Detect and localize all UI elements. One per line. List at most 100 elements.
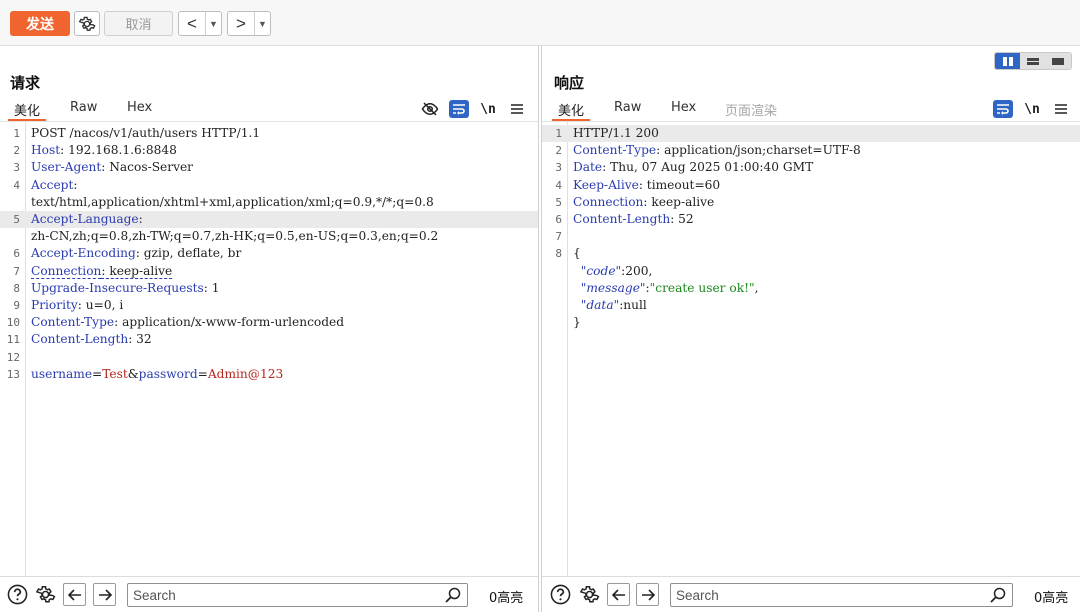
response-editor-tools: \n	[984, 98, 1071, 120]
help-icon[interactable]	[6, 583, 28, 605]
code-token: zh-CN,zh;q=0.8,zh-TW;q=0.7,zh-HK;q=0.5,e…	[31, 229, 439, 244]
layout-stacked-button[interactable]	[1020, 53, 1046, 69]
request-title: 请求	[10, 74, 41, 92]
menu-icon[interactable]	[507, 99, 527, 119]
word-wrap-icon[interactable]	[449, 100, 469, 118]
code-text: Host: 192.168.1.6:8848	[31, 142, 177, 159]
history-back-button[interactable]: <	[179, 12, 205, 35]
code-token: Test	[102, 366, 128, 381]
code-token: Accept	[31, 177, 74, 192]
line-number: 3	[555, 161, 562, 175]
code-text: Date: Thu, 07 Aug 2025 01:00:40 GMT	[573, 159, 813, 176]
code-line: 2 Host: 192.168.1.6:8848	[0, 142, 538, 159]
line-number: 1	[13, 127, 20, 140]
response-search-input[interactable]	[671, 584, 1012, 606]
code-token: :200,	[621, 263, 653, 278]
code-token: }	[573, 315, 581, 330]
response-tab-raw[interactable]: Raw	[614, 100, 641, 115]
settings-gear-icon[interactable]	[578, 583, 600, 605]
code-text: Content-Length: 32	[31, 331, 152, 348]
word-wrap-icon[interactable]	[993, 100, 1013, 118]
code-text: User-Agent: Nacos-Server	[31, 159, 193, 176]
code-token: : gzip, deflate, br	[135, 246, 242, 261]
code-token: {	[573, 246, 581, 261]
history-back-dropdown[interactable]: ▼	[205, 12, 221, 35]
code-line: 7 Connection: keep-alive	[0, 263, 538, 280]
cancel-button[interactable]: 取消	[104, 11, 173, 36]
show-newlines-toggle[interactable]: \n	[478, 99, 498, 119]
code-token: POST /nacos/v1/auth/users HTTP/1.1	[31, 126, 261, 140]
code-token: Upgrade-Insecure-Requests	[31, 280, 204, 295]
search-previous-button[interactable]	[63, 583, 86, 606]
history-forward-button[interactable]: >	[228, 12, 254, 35]
code-token: : 192.168.1.6:8848	[60, 143, 177, 158]
settings-button[interactable]	[74, 11, 100, 36]
menu-icon[interactable]	[1051, 99, 1071, 119]
code-token: Admin@123	[207, 366, 284, 381]
hide-eye-icon[interactable]	[420, 99, 440, 119]
code-token: username	[31, 366, 93, 381]
line-number: 5	[555, 195, 562, 209]
code-token: Host	[31, 143, 61, 158]
layout-tabbed-button[interactable]	[1045, 53, 1071, 69]
code-text: "message":"create user ok!",	[573, 280, 759, 297]
code-line: 6 Content-Length: 52	[542, 211, 1080, 228]
search-previous-button[interactable]	[607, 583, 630, 606]
line-number: 8	[555, 247, 562, 261]
code-token: =	[92, 366, 103, 381]
code-token: Content-Length	[31, 332, 129, 347]
line-number: 2	[13, 144, 20, 158]
back-arrow-icon	[67, 588, 81, 601]
request-search-input[interactable]	[128, 584, 467, 606]
code-line: 4 Keep-Alive: timeout=60	[542, 177, 1080, 194]
line-number: 9	[13, 299, 20, 312]
request-tab-hex[interactable]: Hex	[127, 100, 152, 115]
layout-side-by-side-button[interactable]	[995, 53, 1021, 69]
search-next-button[interactable]	[636, 583, 659, 606]
code-token: : keep-alive	[101, 263, 173, 279]
line-number: 7	[555, 230, 562, 244]
send-button[interactable]: 发送	[10, 11, 70, 36]
line-number: 4	[13, 178, 20, 192]
help-icon[interactable]	[549, 583, 571, 605]
request-tab-pretty[interactable]: 美化	[7, 100, 47, 121]
response-editor[interactable]: 1 HTTP/1.1 200 2 Content-Type: application/…	[542, 122, 1080, 577]
request-pane: 请求 美化 Raw Hex \n 1 POST /nacos/v1/auth/us…	[0, 46, 539, 612]
code-line: "code":200,	[542, 263, 1080, 280]
code-text: HTTP/1.1 200	[573, 125, 659, 142]
line-number: 12	[6, 350, 20, 364]
code-text: zh-CN,zh;q=0.8,zh-TW;q=0.7,zh-HK;q=0.5,e…	[31, 228, 438, 245]
code-text: Content-Type: application/x-www-form-url…	[31, 314, 344, 331]
code-token: : 52	[670, 212, 694, 226]
code-text: Keep-Alive: timeout=60	[573, 177, 720, 194]
request-editor[interactable]: 1 POST /nacos/v1/auth/users HTTP/1.1 2 Host…	[0, 122, 538, 577]
code-token: : application/json;charset=UTF-8	[656, 143, 861, 158]
search-next-button[interactable]	[93, 583, 116, 606]
response-pane: 响应 美化 Raw Hex 页面渲染 \n 1 HTTP/1.1 200 2 Cont…	[541, 46, 1080, 612]
history-back-control: < ▼	[178, 11, 222, 36]
code-text: }	[573, 314, 581, 331]
response-tab-hex[interactable]: Hex	[671, 100, 696, 115]
code-line: 8{	[542, 245, 1080, 262]
settings-gear-icon	[78, 16, 96, 31]
back-arrow-icon	[611, 588, 625, 601]
response-tab-render[interactable]: 页面渲染	[725, 100, 777, 119]
code-token: Connection	[573, 194, 644, 209]
search-icon[interactable]	[445, 587, 461, 603]
code-token: text/html,application/xhtml+xml,applicat…	[31, 194, 434, 209]
settings-gear-icon[interactable]	[34, 583, 56, 605]
code-token: Content-Type	[573, 143, 657, 158]
code-text: Content-Type: application/json;charset=U…	[573, 142, 861, 159]
response-tab-pretty[interactable]: 美化	[551, 100, 591, 121]
code-token: :	[73, 177, 78, 192]
request-tab-raw[interactable]: Raw	[70, 100, 97, 115]
history-forward-dropdown[interactable]: ▼	[254, 12, 270, 35]
show-newlines-toggle[interactable]: \n	[1022, 99, 1042, 119]
code-token: "code"	[580, 263, 622, 278]
code-token: Content-Type	[31, 315, 115, 330]
code-token: &	[127, 366, 139, 381]
search-icon[interactable]	[990, 587, 1006, 603]
code-token: Date	[573, 160, 603, 175]
response-search-bar: 0高亮	[542, 576, 1080, 612]
